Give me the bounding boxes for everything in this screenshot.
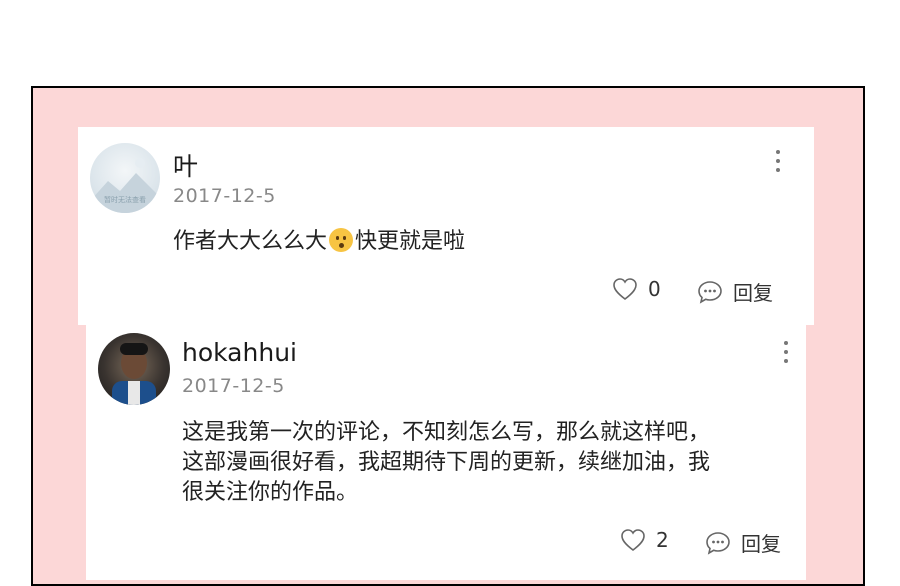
- heart-icon: [621, 529, 645, 552]
- person-photo-icon: [112, 343, 156, 405]
- comment-bubble-icon: [706, 531, 730, 555]
- comment-text-part: 快更就是啦: [355, 229, 466, 254]
- comment-text: 这是我第一次的评论，不知刻怎么写，那么就这样吧， 这部漫画很好看，我超期待下周的…: [182, 418, 710, 508]
- comment-text-part: 作者大大么么大: [173, 229, 328, 254]
- comment-text: 作者大大么么大 快更就是啦: [173, 227, 465, 257]
- comment-line: 这是我第一次的评论，不知刻怎么写，那么就这样吧，: [182, 420, 711, 445]
- reply-button[interactable]: 回复: [697, 277, 773, 306]
- comment-bubble-icon: [698, 280, 722, 304]
- avatar[interactable]: [98, 333, 170, 405]
- comment-line: 很关注你的作品。: [182, 480, 359, 505]
- reply-button[interactable]: 回复: [705, 528, 781, 557]
- heart-icon: [613, 278, 637, 301]
- reply-label: 回复: [741, 532, 781, 556]
- comment-date: 2017-12-5: [182, 375, 285, 397]
- avatar-caption: 暂时无法查看: [104, 196, 146, 204]
- kissing-face-icon: [329, 228, 354, 252]
- comment-author[interactable]: hokahhui: [182, 338, 297, 367]
- like-count: 0: [648, 277, 661, 301]
- comment-author[interactable]: 叶: [173, 147, 198, 183]
- like-button[interactable]: 2: [620, 528, 669, 552]
- more-options-icon[interactable]: [784, 341, 790, 368]
- reply-label: 回复: [733, 281, 773, 305]
- more-options-icon[interactable]: [776, 150, 782, 177]
- avatar[interactable]: 暂时无法查看: [90, 143, 160, 213]
- like-button[interactable]: 0: [612, 277, 661, 301]
- comment-line: 这部漫画很好看，我超期待下周的更新，续继加油，我: [182, 450, 711, 475]
- like-count: 2: [656, 528, 669, 552]
- comment-date: 2017-12-5: [173, 185, 276, 207]
